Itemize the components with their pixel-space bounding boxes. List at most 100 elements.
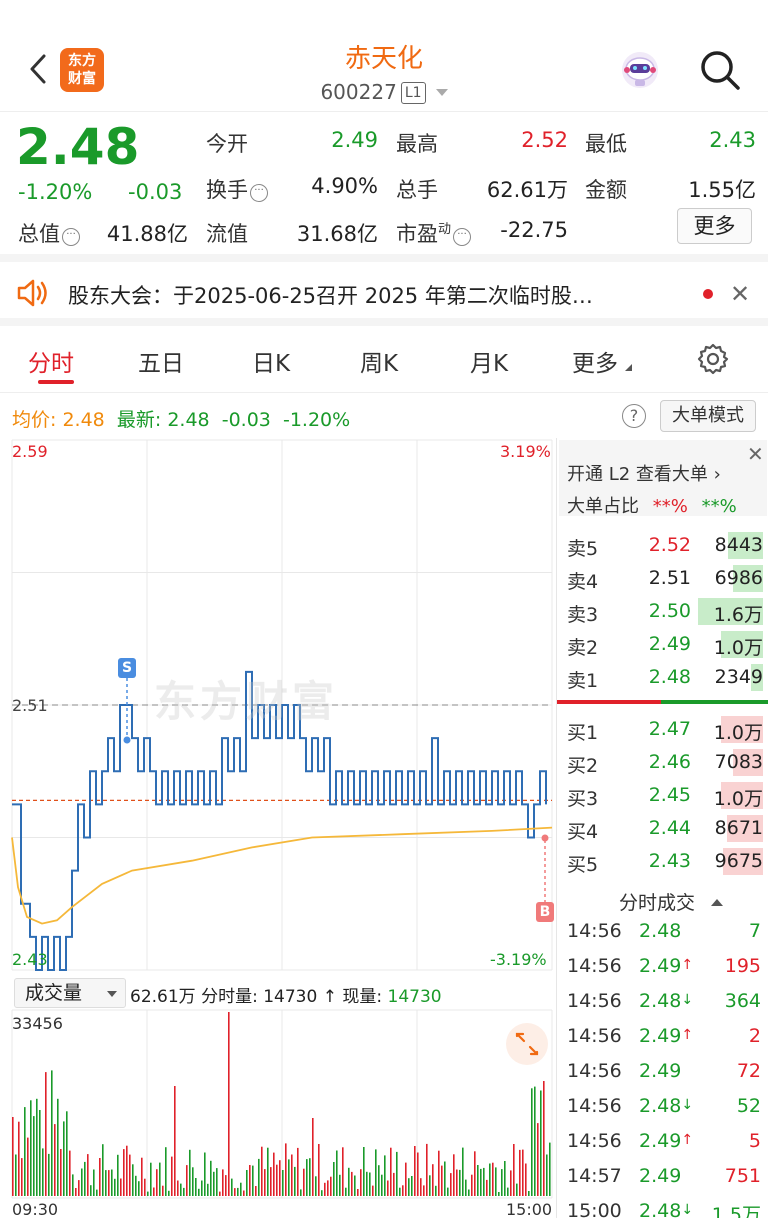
volume-bar <box>423 1185 425 1196</box>
volume-bar <box>102 1144 104 1196</box>
bid-level-label: 买5 <box>567 854 599 876</box>
ask-row[interactable]: 卖4 2.51 6986 <box>557 563 768 595</box>
volume-indicator-select[interactable]: 成交量 <box>14 978 126 1008</box>
corner-triangle-icon <box>620 364 632 371</box>
volume-bar <box>495 1167 497 1196</box>
tab-more[interactable]: 更多 <box>572 344 632 378</box>
trade-row: 14:56 2.49↑ 5 <box>557 1126 768 1160</box>
volume-bar <box>540 1090 542 1196</box>
current-price: 2.48 <box>16 118 140 176</box>
tab-weekly-k[interactable]: 周K <box>360 344 398 378</box>
low-label: 最低 <box>585 132 627 156</box>
volume-bar <box>165 1147 167 1196</box>
volume-bar <box>444 1161 446 1196</box>
trade-direction: ↑ <box>681 1132 694 1148</box>
search-icon[interactable] <box>698 48 742 92</box>
bid-price: 2.47 <box>648 718 691 740</box>
tab-five-day[interactable]: 五日 <box>138 344 184 378</box>
robot-icon[interactable] <box>618 48 662 92</box>
volume-bar <box>240 1182 242 1196</box>
close-icon[interactable]: ✕ <box>730 280 750 308</box>
float-value: 31.68亿 <box>296 222 378 246</box>
volume-bar <box>246 1170 248 1196</box>
more-button[interactable]: 更多 <box>677 208 752 244</box>
ask-volume: 1.6万 <box>713 604 763 626</box>
volume-bar <box>309 1158 311 1196</box>
bid-volume: 8671 <box>714 817 763 839</box>
trade-price: 2.49↑ <box>639 1130 694 1152</box>
order-book: ✕ 开通 L2 查看大单 › 大单占比 **% **% 卖5 2.52 8443 卖4… <box>556 438 768 1218</box>
volume-bar <box>414 1146 416 1196</box>
volume-bar <box>417 1152 419 1196</box>
chevron-down-icon <box>435 89 448 96</box>
volume-bar <box>477 1165 479 1196</box>
bid-row[interactable]: 买3 2.45 1.0万 <box>557 780 768 812</box>
ask-volume: 8443 <box>714 534 763 556</box>
volume-bar <box>48 1153 50 1196</box>
big-order-mode-button[interactable]: 大单模式 <box>660 400 756 432</box>
volume-bar <box>264 1169 266 1196</box>
gear-icon[interactable] <box>696 342 730 376</box>
high-value: 2.52 <box>521 128 568 152</box>
volume-bar <box>459 1169 461 1196</box>
volume-bar <box>195 1178 197 1196</box>
pct-high-label: 3.19% <box>500 442 551 461</box>
ask-row[interactable]: 卖3 2.50 1.6万 <box>557 596 768 628</box>
trade-volume: 1.5万 <box>711 1204 761 1218</box>
chevron-down-icon <box>107 991 117 997</box>
volume-bar <box>426 1143 428 1196</box>
volume-bar <box>354 1175 356 1196</box>
l2-upgrade-link[interactable]: 开通 L2 查看大单 › <box>567 460 721 486</box>
tab-intraday[interactable]: 分时 <box>28 344 74 378</box>
trade-row: 14:56 2.48↓ 364 <box>557 986 768 1020</box>
volume-bar <box>435 1185 437 1196</box>
volume-bar <box>408 1178 410 1196</box>
volume-bar <box>372 1185 374 1196</box>
help-icon[interactable]: ? <box>622 404 646 428</box>
volume-bar <box>156 1169 158 1196</box>
header: 东方 财富 赤天化 600227 L1 <box>0 0 768 112</box>
bid-row[interactable]: 买1 2.47 1.0万 <box>557 714 768 746</box>
pe-label[interactable]: 市盈动 ··· <box>396 218 472 248</box>
volume-bar <box>57 1098 59 1196</box>
ask-row[interactable]: 卖5 2.52 8443 <box>557 530 768 562</box>
trade-row: 14:56 2.48↓ 52 <box>557 1091 768 1125</box>
volume-bar <box>441 1165 443 1196</box>
tab-daily-k[interactable]: 日K <box>252 344 290 378</box>
expand-icon[interactable] <box>505 1022 549 1066</box>
volume-bar <box>24 1107 26 1196</box>
volume-bar <box>288 1159 290 1196</box>
volume-bar <box>375 1149 377 1196</box>
sell-marker-dot <box>123 736 131 744</box>
volume-bar <box>387 1180 389 1196</box>
volume-bar <box>510 1170 512 1196</box>
mktcap-label[interactable]: 总值 ··· <box>18 218 80 248</box>
bid-row[interactable]: 买4 2.44 8671 <box>557 813 768 845</box>
volume-bar <box>21 1158 23 1196</box>
turnover-label[interactable]: 换手 ··· <box>206 174 268 204</box>
trade-time: 14:56 <box>567 1025 622 1047</box>
trades-title[interactable]: 分时成交 <box>619 888 724 915</box>
volume-toolbar: 成交量 62.61万 分时量: 14730 ↑ 现量: 14730 <box>12 976 556 1010</box>
notice-bar[interactable]: 股东大会：于2025-06-25召开 2025 年第二次临时股… <box>0 262 768 326</box>
bid-level-label: 买4 <box>567 821 599 843</box>
bid-row[interactable]: 买2 2.46 7083 <box>557 747 768 779</box>
trade-volume: 5 <box>748 1130 761 1152</box>
bid-row[interactable]: 买5 2.43 9675 <box>557 846 768 878</box>
volume-bar <box>126 1145 128 1196</box>
volume-bar <box>63 1121 65 1196</box>
ask-row[interactable]: 卖2 2.49 1.0万 <box>557 629 768 661</box>
tab-monthly-k[interactable]: 月K <box>470 344 508 378</box>
ask-price: 2.50 <box>648 600 691 622</box>
ask-row[interactable]: 卖1 2.48 2349 <box>557 662 768 694</box>
volume-bar <box>447 1187 449 1196</box>
trade-volume: 7 <box>748 920 761 942</box>
sell-marker[interactable]: S <box>118 658 136 678</box>
volume-bar <box>231 1178 233 1196</box>
close-icon[interactable]: ✕ <box>747 442 764 466</box>
volume-bar <box>267 1147 269 1196</box>
intraday-chart[interactable]: 2.59 3.19% 2.51 2.43 -3.19% S B 东方财富 334… <box>0 438 556 1218</box>
buy-marker[interactable]: B <box>536 902 554 922</box>
volume-label: 总手 <box>396 178 438 202</box>
volume-bar <box>489 1163 491 1196</box>
